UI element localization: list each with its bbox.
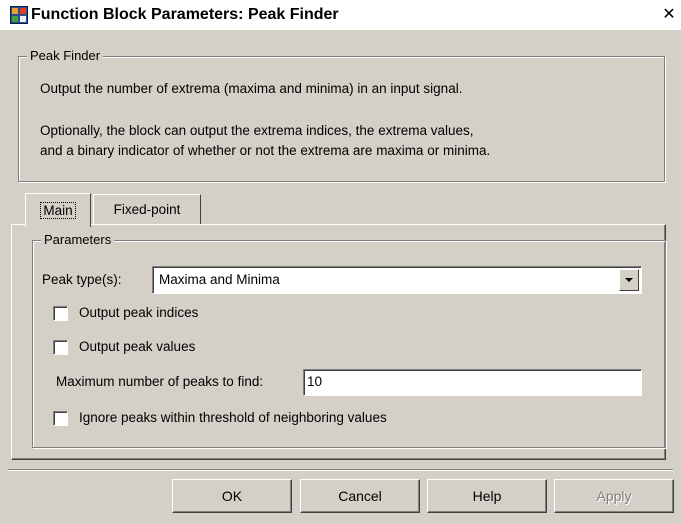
apply-button[interactable]: Apply [554, 479, 674, 513]
max-peaks-input[interactable]: 10 [303, 369, 642, 396]
output-peak-values-label[interactable]: Output peak values [79, 339, 195, 354]
output-peak-indices-label[interactable]: Output peak indices [79, 305, 198, 320]
simulink-block-icon [10, 6, 28, 24]
block-description-group: Peak Finder [18, 48, 665, 182]
max-peaks-label: Maximum number of peaks to find: [56, 374, 264, 389]
peak-type-select[interactable]: Maxima and Minima [152, 266, 642, 294]
tab-main[interactable]: Main [25, 193, 91, 227]
ok-button[interactable]: OK [172, 479, 292, 513]
block-description-legend: Peak Finder [27, 48, 104, 63]
ignore-threshold-label[interactable]: Ignore peaks within threshold of neighbo… [79, 410, 387, 425]
output-peak-indices-checkbox[interactable] [53, 306, 68, 321]
parameters-legend: Parameters [41, 232, 115, 247]
footer-divider [8, 469, 673, 471]
help-button[interactable]: Help [427, 479, 547, 513]
window-title: Function Block Parameters: Peak Finder [31, 6, 339, 23]
description-line-3: and a binary indicator of whether or not… [40, 143, 491, 158]
tab-fixed-point[interactable]: Fixed-point [93, 194, 201, 224]
close-icon[interactable]: ✕ [661, 7, 677, 23]
peak-type-value: Maxima and Minima [159, 272, 280, 287]
title-bar: Function Block Parameters: Peak Finder ✕ [0, 0, 681, 30]
ignore-threshold-checkbox[interactable] [53, 411, 68, 426]
chevron-down-icon[interactable] [619, 269, 639, 291]
cancel-button[interactable]: Cancel [300, 479, 420, 513]
peak-type-label: Peak type(s): [42, 272, 122, 287]
description-line-2: Optionally, the block can output the ext… [40, 123, 474, 138]
output-peak-values-checkbox[interactable] [53, 340, 68, 355]
description-line-1: Output the number of extrema (maxima and… [40, 81, 463, 96]
tab-main-label: Main [40, 202, 76, 219]
tab-fixed-point-label: Fixed-point [113, 202, 181, 217]
